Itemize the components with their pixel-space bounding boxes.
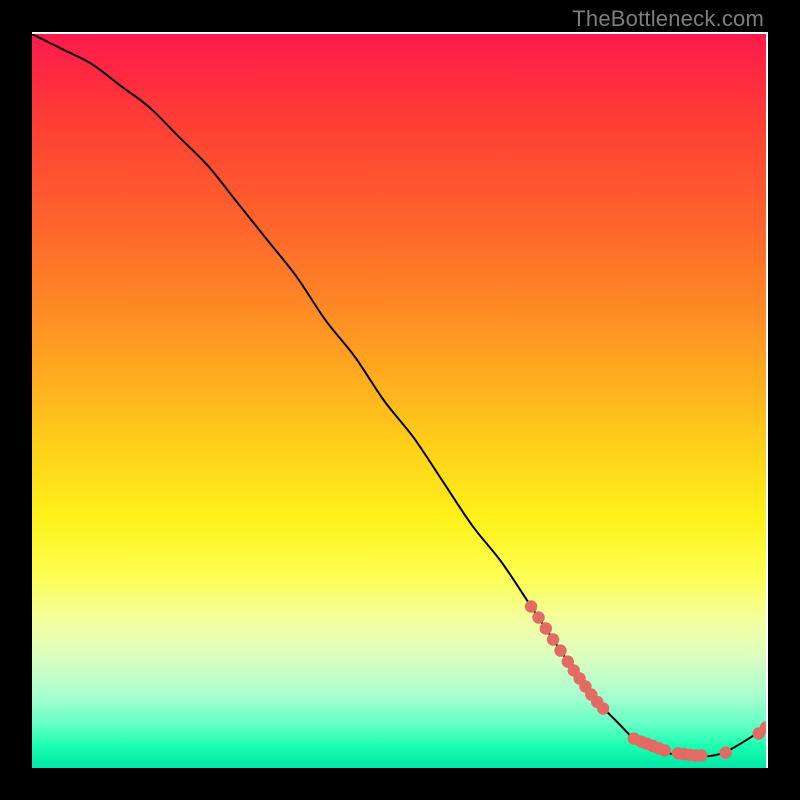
marker-layer bbox=[525, 600, 766, 761]
chart-frame: TheBottleneck.com bbox=[0, 0, 800, 800]
marker-dot bbox=[659, 744, 671, 756]
marker-dot bbox=[695, 749, 707, 761]
curve-layer bbox=[32, 34, 766, 768]
marker-dot bbox=[719, 746, 731, 758]
marker-dot bbox=[532, 611, 544, 623]
bottleneck-curve bbox=[32, 34, 766, 757]
marker-dot bbox=[597, 702, 609, 714]
plot-border bbox=[32, 32, 768, 768]
marker-dot bbox=[547, 633, 559, 645]
marker-dot bbox=[540, 622, 552, 634]
watermark-label: TheBottleneck.com bbox=[572, 6, 764, 32]
marker-dot bbox=[525, 600, 537, 612]
plot-area bbox=[32, 34, 766, 768]
marker-dot bbox=[554, 644, 566, 656]
